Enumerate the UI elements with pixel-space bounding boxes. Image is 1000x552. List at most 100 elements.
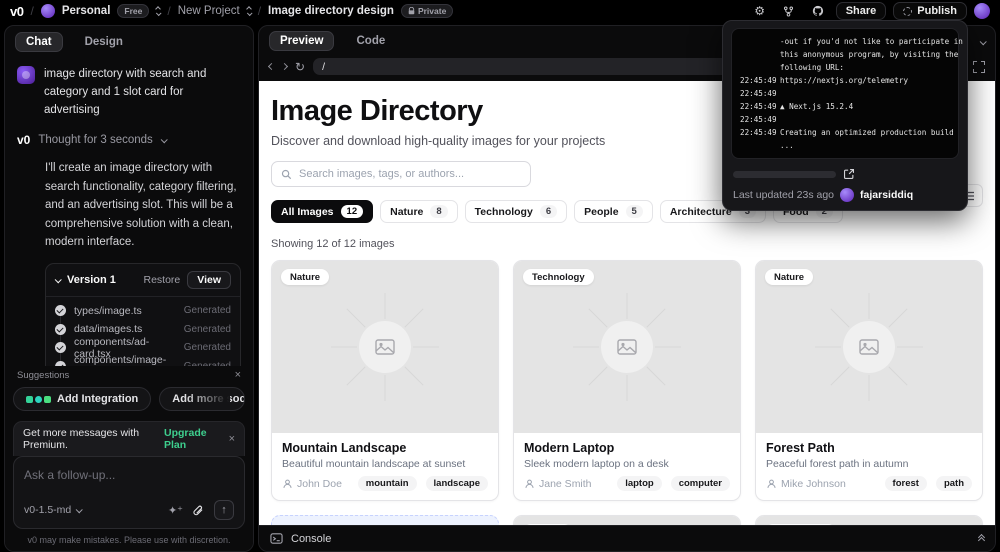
version-card[interactable]: Version 1 Restore View types/image.ts Gen…: [45, 263, 241, 366]
close-icon[interactable]: ×: [229, 433, 235, 445]
thought-toggle[interactable]: v0 Thought for 3 seconds: [17, 133, 241, 147]
image-description: Beautiful mountain landscape at sunset: [282, 458, 466, 470]
user-message-avatar: [17, 66, 35, 84]
settings-button[interactable]: ⚙: [749, 3, 771, 19]
premium-banner: Get more messages with Premium. Upgrade …: [13, 421, 245, 456]
console-bar[interactable]: Console: [259, 525, 995, 551]
tab-chat[interactable]: Chat: [15, 32, 63, 52]
category-badge: Nature: [765, 269, 814, 285]
add-integration-button[interactable]: Add Integration: [13, 387, 152, 411]
workspace-name[interactable]: Personal: [62, 5, 111, 17]
image-tag[interactable]: computer: [670, 476, 730, 491]
image-search-box[interactable]: [271, 161, 531, 187]
ad-card[interactable]: [271, 515, 499, 525]
plan-badge: Free: [117, 4, 150, 18]
category-badge: Technology: [765, 524, 836, 525]
person-icon: [283, 479, 292, 488]
close-icon[interactable]: ×: [235, 370, 241, 381]
person-icon: [767, 479, 776, 488]
file-row[interactable]: types/image.ts Generated: [55, 301, 231, 320]
sidebar-tabs: Chat Design: [5, 26, 253, 58]
back-icon[interactable]: [267, 62, 276, 71]
image-tag[interactable]: forest: [884, 476, 927, 491]
image-description: Peaceful forest path in autumn: [766, 458, 909, 470]
add-social-links-button[interactable]: Add more social media links: [159, 387, 245, 411]
filter-people[interactable]: People 5: [574, 200, 653, 223]
lock-icon: [408, 7, 415, 15]
image-card[interactable]: Nature Forest Path Peaceful forest path …: [755, 260, 983, 501]
filter-all-images[interactable]: All Images 12: [271, 200, 374, 223]
chevron-down-icon: [160, 136, 168, 144]
image-tag[interactable]: path: [935, 476, 972, 491]
workspace-switcher-icon[interactable]: [155, 5, 162, 16]
last-updated-text: Last updated 23s ago: [733, 189, 835, 201]
followup-input[interactable]: [24, 468, 234, 482]
suggestions-label: Suggestions: [17, 370, 70, 381]
publish-button[interactable]: Publish: [893, 2, 967, 20]
v0-assistant-icon: v0: [17, 133, 31, 148]
restore-button[interactable]: Restore: [143, 274, 180, 286]
image-card[interactable]: People: [513, 515, 741, 525]
image-card[interactable]: Nature Mountain Landscape Beautiful moun…: [271, 260, 499, 501]
image-placeholder-icon: [573, 293, 681, 401]
image-placeholder: Technology: [756, 516, 982, 525]
expand-console-icon[interactable]: [977, 533, 986, 544]
search-input[interactable]: [299, 168, 521, 180]
tab-preview[interactable]: Preview: [269, 31, 335, 51]
panel-collapse-button[interactable]: [979, 32, 987, 50]
chevron-down-icon: [54, 276, 62, 284]
image-tag[interactable]: laptop: [617, 476, 662, 491]
sidebar-bottom: Suggestions × Add Integration Add more s…: [5, 366, 253, 551]
image-description: Sleek modern laptop on a desk: [524, 458, 669, 470]
sparkles-icon[interactable]: ✦⁺: [168, 504, 183, 517]
image-card[interactable]: Technology: [755, 515, 983, 525]
github-button[interactable]: [807, 3, 829, 19]
integration-icon: [35, 395, 42, 403]
deployer-username: fajarsiddiq: [860, 189, 914, 201]
file-row[interactable]: components/image-card.tsxGenerated: [55, 354, 231, 366]
chat-sidebar: Chat Design image directory with search …: [4, 25, 254, 552]
image-tag[interactable]: landscape: [425, 476, 488, 491]
search-icon: [281, 169, 292, 179]
send-button[interactable]: ↑: [214, 500, 234, 520]
chat-input-card: v0-1.5-md ✦⁺ ↑: [13, 456, 245, 529]
breadcrumb-separator: /: [30, 4, 34, 18]
git-branch-button[interactable]: [778, 3, 800, 19]
category-badge: People: [523, 524, 573, 525]
version-card-header[interactable]: Version 1 Restore View: [46, 264, 240, 298]
filter-technology[interactable]: Technology 6: [464, 200, 568, 223]
project-name[interactable]: New Project: [178, 5, 240, 17]
share-button[interactable]: Share: [835, 2, 887, 20]
chat-history[interactable]: image directory with search and category…: [5, 58, 253, 366]
build-log-popover: -out if you'd not like to participate in…: [722, 20, 968, 211]
model-selector[interactable]: v0-1.5-md: [24, 504, 159, 516]
forward-icon[interactable]: [280, 62, 289, 71]
paperclip-icon[interactable]: [192, 504, 205, 517]
image-placeholder: People: [514, 516, 740, 525]
top-bar: v0 / Personal Free / New Project / Image…: [0, 0, 1000, 22]
fullscreen-icon[interactable]: [973, 60, 985, 73]
category-badge: Technology: [523, 269, 594, 285]
filter-nature[interactable]: Nature 8: [380, 200, 458, 223]
image-placeholder: Technology: [514, 261, 740, 433]
assistant-intro: I'll create an image directory with sear…: [45, 162, 237, 248]
external-link-icon[interactable]: [843, 168, 855, 180]
project-switcher-icon[interactable]: [245, 5, 253, 16]
integration-icon: [44, 395, 51, 403]
user-avatar[interactable]: [974, 3, 990, 19]
check-circle-icon: [55, 342, 66, 354]
image-author: Mike Johnson: [766, 478, 876, 490]
view-button[interactable]: View: [187, 271, 231, 290]
v0-logo[interactable]: v0: [10, 4, 24, 19]
terminal-output[interactable]: -out if you'd not like to participate in…: [731, 28, 963, 159]
workspace-avatar: [40, 4, 55, 18]
terminal-icon: [270, 533, 283, 544]
image-card[interactable]: Technology Modern Laptop Sleek modern la…: [513, 260, 741, 501]
chevron-down-icon: [75, 505, 84, 513]
tab-code[interactable]: Code: [346, 32, 395, 50]
upgrade-plan-link[interactable]: Upgrade Plan: [164, 427, 221, 451]
tab-design[interactable]: Design: [75, 33, 133, 51]
refresh-icon[interactable]: ↻: [295, 60, 305, 74]
image-tag[interactable]: mountain: [357, 476, 417, 491]
console-label: Console: [291, 532, 332, 545]
